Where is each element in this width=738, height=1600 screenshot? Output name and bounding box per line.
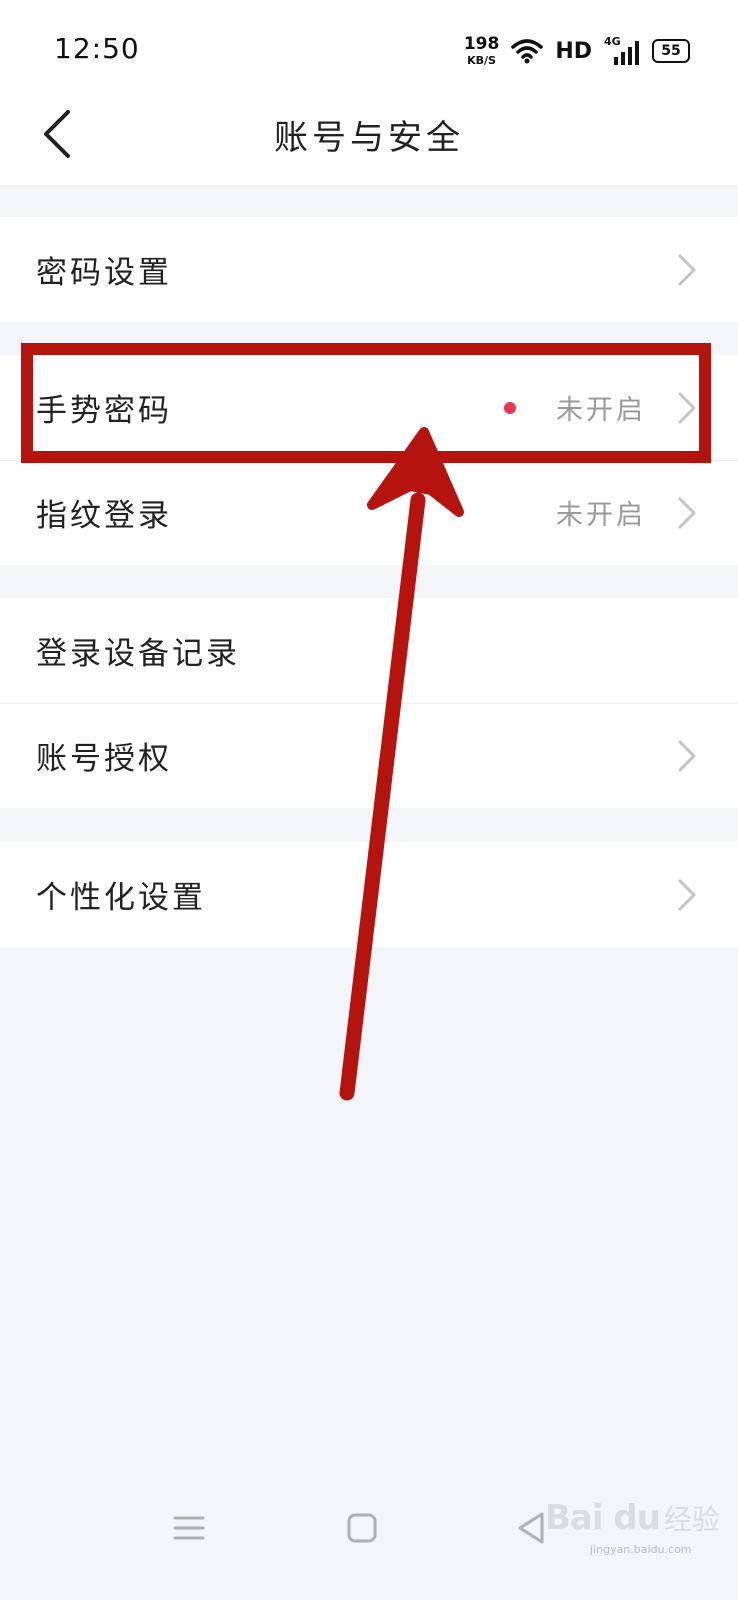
fingerprint-login-status: 未开启 (556, 500, 646, 531)
login-device-records-label: 登录设备记录 (36, 636, 240, 672)
status-icons: 198 KB/S HD 4G 55 (464, 34, 690, 68)
personalization-item[interactable]: 个性化设置 (0, 842, 738, 947)
chevron-right-icon (678, 254, 696, 285)
status-bar: 12:50 198 KB/S HD 4G 55 (0, 0, 738, 100)
gesture-password-status: 未开启 (556, 395, 646, 426)
status-time: 12:50 (54, 32, 140, 65)
account-authorization-label: 账号授权 (36, 741, 172, 777)
network-speed: 198 KB/S (463, 34, 500, 67)
settings-group-personalization: 个性化设置 (0, 842, 738, 947)
hd-label: HD (555, 38, 592, 64)
chevron-right-icon (678, 392, 696, 423)
network-speed-unit: KB/S (467, 54, 496, 67)
personalization-label: 个性化设置 (36, 880, 206, 916)
signal-icon: 4G (604, 35, 640, 65)
watermark-url: jingyan.baidu.com (590, 1543, 692, 1556)
page-title: 账号与安全 (274, 118, 464, 158)
settings-group-password: 密码设置 (0, 217, 738, 322)
notification-dot (504, 401, 516, 414)
navigation-header: 账号与安全 (0, 100, 738, 185)
login-device-records-item[interactable]: 登录设备记录 (0, 598, 738, 703)
fingerprint-login-label: 指纹登录 (36, 498, 172, 534)
chevron-right-icon (678, 497, 696, 528)
fingerprint-login-item[interactable]: 指纹登录 未开启 (0, 460, 738, 565)
password-settings-item[interactable]: 密码设置 (0, 217, 738, 322)
watermark-brand: Bai du (545, 1498, 661, 1538)
wifi-icon (511, 39, 544, 64)
account-authorization-item[interactable]: 账号授权 (0, 703, 738, 808)
network-speed-value: 198 (463, 34, 500, 54)
menu-icon (173, 1516, 205, 1540)
chevron-right-icon (678, 740, 696, 771)
home-icon (347, 1513, 377, 1543)
chevron-right-icon (678, 879, 696, 910)
home-button[interactable] (331, 1498, 391, 1558)
watermark-brand-cn: 经验 (663, 1503, 720, 1536)
gesture-password-label: 手势密码 (36, 393, 172, 429)
battery-level: 55 (661, 43, 681, 59)
menu-button[interactable] (158, 1498, 218, 1558)
gesture-password-item[interactable]: 手势密码 未开启 (0, 355, 738, 460)
settings-group-devices: 登录设备记录 账号授权 (0, 598, 738, 808)
battery-icon: 55 (652, 39, 690, 63)
baidu-watermark: Bai du 经验 (545, 1498, 720, 1538)
settings-group-security: 手势密码 未开启 指纹登录 未开启 (0, 355, 738, 565)
password-settings-label: 密码设置 (36, 255, 172, 291)
